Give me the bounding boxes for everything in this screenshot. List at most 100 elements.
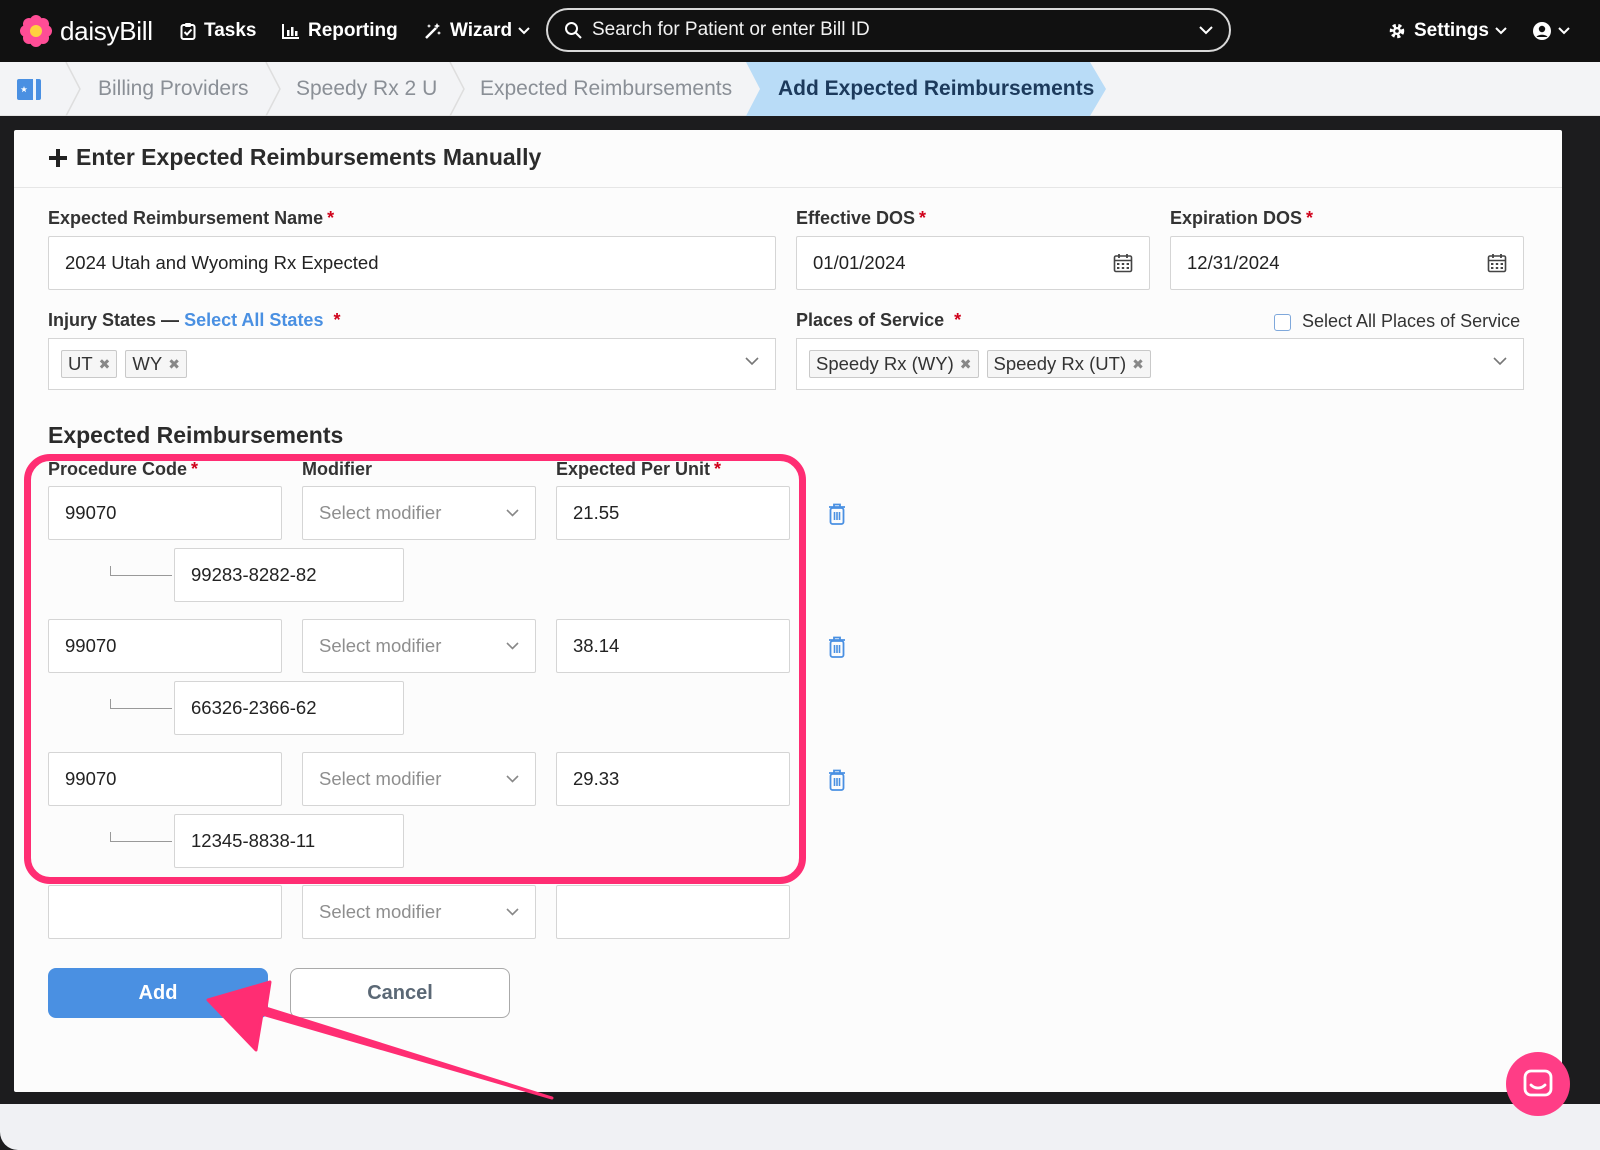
ndc-input[interactable]: 66326-2366-62 (174, 681, 404, 735)
ndc-connector (110, 699, 172, 709)
nav-wizard-label: Wizard (450, 20, 513, 41)
state-tag: WY ✖ (125, 350, 187, 378)
magic-wand-icon (425, 23, 441, 39)
procedure-code-input[interactable] (48, 885, 282, 939)
modifier-select[interactable]: Select modifier (302, 752, 536, 806)
chevron-down-icon[interactable] (1199, 25, 1213, 35)
required-marker: * (1306, 208, 1314, 228)
injury-states-select[interactable]: UT ✖ WY ✖ (48, 338, 776, 390)
modifier-value: Select modifier (319, 901, 442, 922)
expiration-dos-input[interactable]: 12/31/2024 (1170, 236, 1524, 290)
expected-per-unit-input[interactable]: 29.33 (556, 752, 790, 806)
chevron-down-icon (506, 775, 519, 783)
nav-wizard[interactable]: Wizard (424, 16, 538, 46)
injury-states-label-text: Injury States — (48, 310, 180, 330)
state-tag: UT ✖ (61, 350, 118, 378)
expected-per-unit-value: 38.14 (573, 635, 620, 656)
search-input[interactable] (592, 19, 1199, 41)
expiration-dos-value: 12/31/2024 (1187, 252, 1280, 273)
remove-tag-icon[interactable]: ✖ (960, 356, 972, 373)
breadcrumb-separator (449, 62, 465, 116)
expiration-dos-label: Expiration DOS * (1170, 208, 1313, 229)
chevron-down-icon (506, 642, 519, 650)
add-button[interactable]: Add (48, 968, 268, 1018)
trash-icon[interactable] (826, 502, 848, 526)
breadcrumb-speedy-rx[interactable]: Speedy Rx 2 U (296, 62, 437, 116)
chevron-down-icon (506, 509, 519, 517)
remove-tag-icon[interactable]: ✖ (1132, 356, 1144, 373)
select-all-states-link[interactable]: Select All States (184, 310, 323, 330)
procedure-code-header: Procedure Code * (48, 459, 198, 480)
nav-reporting[interactable]: Reporting (282, 16, 398, 46)
brand-logo[interactable]: daisyBill (20, 12, 153, 50)
injury-states-label: Injury States — Select All States * (48, 310, 340, 331)
clipboard-icon (180, 23, 196, 40)
trash-icon[interactable] (826, 635, 848, 659)
expected-per-unit-value: 29.33 (573, 768, 620, 789)
breadcrumb-separator (265, 62, 281, 116)
modifier-select[interactable]: Select modifier (302, 486, 536, 540)
procedure-code-input[interactable]: 99070 (48, 619, 282, 673)
chevron-down-icon (1495, 27, 1507, 35)
remove-tag-icon[interactable]: ✖ (99, 356, 111, 373)
expected-per-unit-header-text: Expected Per Unit (556, 459, 711, 479)
modifier-value: Select modifier (319, 502, 442, 523)
plus-icon (49, 148, 67, 167)
procedure-code-input[interactable]: 99070 (48, 486, 282, 540)
ndc-input[interactable]: 99283-8282-82 (174, 548, 404, 602)
reimbursement-name-value: 2024 Utah and Wyoming Rx Expected (65, 252, 379, 273)
gear-icon (1389, 23, 1405, 39)
expected-per-unit-input[interactable] (556, 885, 790, 939)
nav-tasks[interactable]: Tasks (180, 16, 256, 46)
remove-tag-icon[interactable]: ✖ (168, 356, 180, 373)
user-circle-icon (1533, 22, 1551, 40)
provider-home-icon[interactable] (16, 76, 42, 102)
user-menu[interactable] (1532, 16, 1578, 46)
ndc-input[interactable]: 12345-8838-11 (174, 814, 404, 868)
effective-dos-value: 01/01/2024 (813, 252, 906, 273)
state-tag-label: WY (132, 353, 163, 374)
breadcrumb-billing-providers[interactable]: Billing Providers (98, 62, 249, 116)
chevron-down-icon (506, 908, 519, 916)
required-marker: * (333, 310, 341, 330)
required-marker: * (919, 208, 927, 228)
place-tag: Speedy Rx (WY) ✖ (809, 350, 979, 378)
search-bar[interactable] (546, 8, 1231, 52)
breadcrumb-expected-reimbursements[interactable]: Expected Reimbursements (480, 62, 732, 116)
calendar-icon[interactable] (1113, 253, 1133, 273)
places-of-service-label: Places of Service * (796, 310, 961, 331)
ndc-value: 12345-8838-11 (191, 830, 316, 851)
brand-name: daisyBill (60, 15, 153, 46)
expected-per-unit-value: 21.55 (573, 502, 620, 523)
reimbursement-name-input[interactable]: 2024 Utah and Wyoming Rx Expected (48, 236, 776, 290)
chat-icon (1523, 1069, 1553, 1097)
name-label-text: Expected Reimbursement Name (48, 208, 324, 228)
procedure-code-input[interactable]: 99070 (48, 752, 282, 806)
select-all-places-label[interactable]: Select All Places of Service (1302, 311, 1520, 332)
expected-per-unit-input[interactable]: 21.55 (556, 486, 790, 540)
trash-icon[interactable] (826, 768, 848, 792)
expected-per-unit-input[interactable]: 38.14 (556, 619, 790, 673)
section-title: Expected Reimbursements (48, 422, 344, 448)
places-of-service-select[interactable]: Speedy Rx (WY) ✖ Speedy Rx (UT) ✖ (796, 338, 1524, 390)
panel-title-text: Enter Expected Reimbursements Manually (76, 144, 542, 170)
cancel-button[interactable]: Cancel (290, 968, 510, 1018)
effective-dos-input[interactable]: 01/01/2024 (796, 236, 1150, 290)
calendar-icon[interactable] (1487, 253, 1507, 273)
effective-dos-label: Effective DOS * (796, 208, 926, 229)
ndc-value: 66326-2366-62 (191, 697, 317, 718)
ndc-connector (110, 832, 172, 842)
nav-settings-label: Settings (1414, 20, 1489, 41)
modifier-select[interactable]: Select modifier (302, 619, 536, 673)
procedure-code-value: 99070 (65, 635, 117, 656)
nav-tasks-label: Tasks (204, 20, 257, 41)
select-all-places-checkbox[interactable] (1274, 314, 1291, 331)
modifier-value: Select modifier (319, 768, 442, 789)
procedure-code-header-text: Procedure Code (48, 459, 188, 479)
modifier-select[interactable]: Select modifier (302, 885, 536, 939)
required-marker: * (714, 459, 722, 479)
chat-launcher[interactable] (1506, 1052, 1570, 1116)
panel-header: Enter Expected Reimbursements Manually (14, 130, 1562, 188)
nav-settings[interactable]: Settings (1388, 16, 1515, 46)
expiration-dos-label-text: Expiration DOS (1170, 208, 1303, 228)
